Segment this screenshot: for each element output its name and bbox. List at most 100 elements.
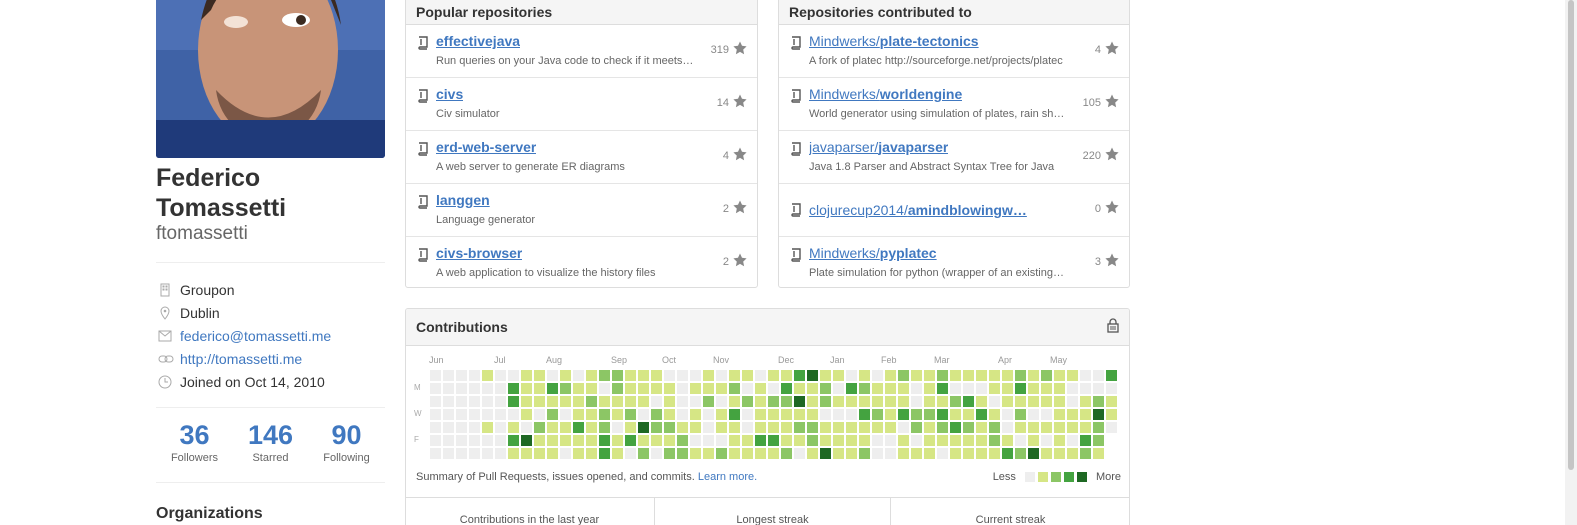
day-cell[interactable]: [1028, 370, 1039, 381]
day-cell[interactable]: [521, 448, 532, 459]
day-cell[interactable]: [1080, 396, 1091, 407]
day-cell[interactable]: [638, 422, 649, 433]
day-cell[interactable]: [508, 396, 519, 407]
day-cell[interactable]: [781, 370, 792, 381]
day-cell[interactable]: [1080, 409, 1091, 420]
day-cell[interactable]: [807, 383, 818, 394]
day-cell[interactable]: [1067, 448, 1078, 459]
day-cell[interactable]: [976, 422, 987, 433]
day-cell[interactable]: [430, 383, 441, 394]
day-cell[interactable]: [1015, 448, 1026, 459]
day-cell[interactable]: [560, 409, 571, 420]
day-cell[interactable]: [430, 370, 441, 381]
day-cell[interactable]: [521, 422, 532, 433]
day-cell[interactable]: [664, 383, 675, 394]
day-cell[interactable]: [1106, 409, 1117, 420]
day-cell[interactable]: [1054, 422, 1065, 433]
day-cell[interactable]: [625, 422, 636, 433]
day-cell[interactable]: [430, 422, 441, 433]
day-cell[interactable]: [729, 383, 740, 394]
day-cell[interactable]: [924, 370, 935, 381]
day-cell[interactable]: [1093, 435, 1104, 446]
day-cell[interactable]: [430, 448, 441, 459]
day-cell[interactable]: [989, 409, 1000, 420]
day-cell[interactable]: [924, 409, 935, 420]
day-cell[interactable]: [1106, 370, 1117, 381]
day-cell[interactable]: [664, 435, 675, 446]
repo-stars[interactable]: 3: [1095, 253, 1119, 270]
day-cell[interactable]: [794, 396, 805, 407]
day-cell[interactable]: [820, 409, 831, 420]
day-cell[interactable]: [638, 396, 649, 407]
day-cell[interactable]: [859, 396, 870, 407]
day-cell[interactable]: [469, 435, 480, 446]
day-cell[interactable]: [820, 422, 831, 433]
day-cell[interactable]: [820, 383, 831, 394]
day-cell[interactable]: [729, 396, 740, 407]
day-cell[interactable]: [872, 448, 883, 459]
day-cell[interactable]: [599, 409, 610, 420]
day-cell[interactable]: [586, 396, 597, 407]
day-cell[interactable]: [456, 409, 467, 420]
day-cell[interactable]: [1080, 383, 1091, 394]
day-cell[interactable]: [534, 383, 545, 394]
day-cell[interactable]: [937, 435, 948, 446]
day-cell[interactable]: [430, 409, 441, 420]
day-cell[interactable]: [807, 396, 818, 407]
day-cell[interactable]: [898, 448, 909, 459]
day-cell[interactable]: [534, 370, 545, 381]
day-cell[interactable]: [495, 409, 506, 420]
day-cell[interactable]: [833, 448, 844, 459]
day-cell[interactable]: [833, 422, 844, 433]
day-cell[interactable]: [1054, 435, 1065, 446]
day-cell[interactable]: [1002, 370, 1013, 381]
day-cell[interactable]: [547, 396, 558, 407]
day-cell[interactable]: [703, 448, 714, 459]
repo-stars[interactable]: 220: [1083, 147, 1119, 164]
day-cell[interactable]: [664, 396, 675, 407]
day-cell[interactable]: [508, 383, 519, 394]
day-cell[interactable]: [1028, 409, 1039, 420]
day-cell[interactable]: [1002, 422, 1013, 433]
day-cell[interactable]: [872, 396, 883, 407]
day-cell[interactable]: [1041, 422, 1052, 433]
tab-current-streak[interactable]: Current streak: [891, 498, 1130, 525]
day-cell[interactable]: [755, 370, 766, 381]
day-cell[interactable]: [664, 370, 675, 381]
day-cell[interactable]: [469, 370, 480, 381]
day-cell[interactable]: [1028, 396, 1039, 407]
day-cell[interactable]: [1067, 409, 1078, 420]
day-cell[interactable]: [989, 370, 1000, 381]
day-cell[interactable]: [963, 383, 974, 394]
day-cell[interactable]: [586, 435, 597, 446]
repo-link[interactable]: Mindwerks/worldengine: [809, 86, 962, 102]
day-cell[interactable]: [482, 370, 493, 381]
day-cell[interactable]: [976, 370, 987, 381]
day-cell[interactable]: [768, 435, 779, 446]
repo-link[interactable]: civs-browser: [436, 245, 522, 261]
repo-link[interactable]: langgen: [436, 192, 490, 208]
day-cell[interactable]: [755, 396, 766, 407]
day-cell[interactable]: [898, 396, 909, 407]
day-cell[interactable]: [963, 435, 974, 446]
repo-stars[interactable]: 0: [1095, 200, 1119, 217]
day-cell[interactable]: [924, 435, 935, 446]
day-cell[interactable]: [781, 435, 792, 446]
website-link[interactable]: http://tomassetti.me: [180, 351, 302, 367]
day-cell[interactable]: [794, 435, 805, 446]
day-cell[interactable]: [651, 370, 662, 381]
day-cell[interactable]: [573, 422, 584, 433]
day-cell[interactable]: [911, 448, 922, 459]
day-cell[interactable]: [885, 422, 896, 433]
day-cell[interactable]: [755, 422, 766, 433]
day-cell[interactable]: [690, 383, 701, 394]
day-cell[interactable]: [469, 409, 480, 420]
day-cell[interactable]: [1028, 383, 1039, 394]
day-cell[interactable]: [495, 448, 506, 459]
day-cell[interactable]: [508, 448, 519, 459]
day-cell[interactable]: [911, 435, 922, 446]
day-cell[interactable]: [846, 396, 857, 407]
day-cell[interactable]: [911, 396, 922, 407]
day-cell[interactable]: [1002, 435, 1013, 446]
day-cell[interactable]: [859, 370, 870, 381]
